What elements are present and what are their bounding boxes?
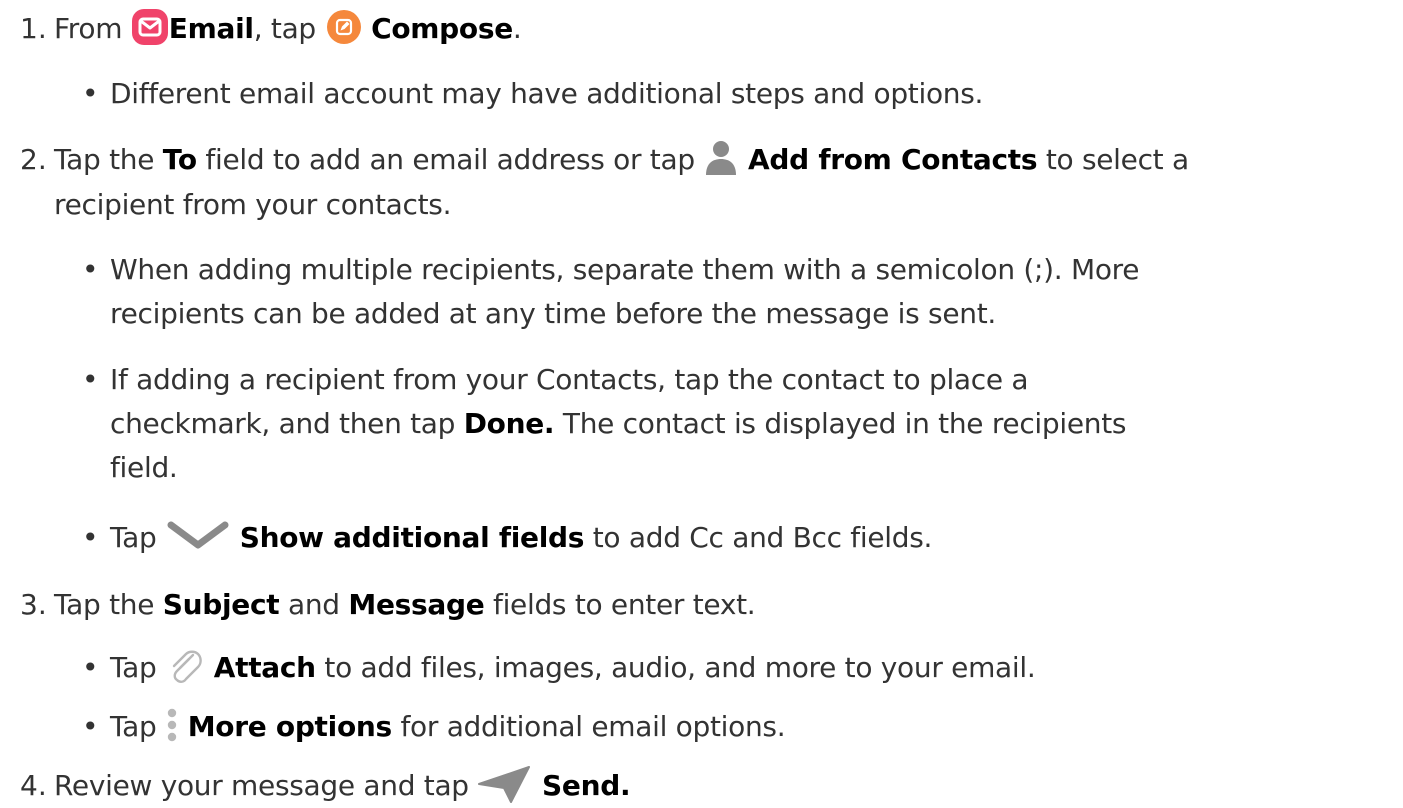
step-text: . — [512, 12, 522, 45]
step-text: and — [288, 588, 340, 621]
bullet-dot: • — [82, 710, 99, 743]
step-2-bullet-1: When adding multiple recipients, separat… — [110, 253, 1140, 286]
send-label: Send. — [542, 769, 631, 802]
instructions-page: 1. From Email, tap Compose. • Different … — [0, 0, 1403, 808]
compose-icon — [325, 8, 363, 46]
step-4-text: Review your message and tap Send. — [54, 764, 631, 807]
step-2-text: Tap the To field to add an email address… — [54, 140, 1189, 180]
bullet-dot: • — [82, 253, 99, 286]
more-options-icon — [165, 705, 179, 745]
step-3-bullet-2: Tap More options for additional email op… — [110, 705, 786, 748]
more-options-label: More options — [187, 710, 392, 743]
step-text: Tap — [110, 710, 157, 743]
bullet-dot: • — [82, 363, 99, 396]
step-2-bullet-3: Tap Show additional fields to add Cc and… — [110, 518, 932, 558]
step-2-bullet-1-cont: recipients can be added at any time befo… — [110, 297, 996, 330]
step-text: The contact is displayed in the recipien… — [562, 407, 1127, 440]
subject-label: Subject — [162, 588, 280, 621]
step-text: Tap — [110, 521, 157, 554]
step-text: to select a — [1045, 143, 1189, 176]
add-from-contacts-label: Add from Contacts — [748, 143, 1038, 176]
attach-label: Attach — [213, 651, 316, 684]
message-label: Message — [348, 588, 485, 621]
paperclip-icon — [165, 646, 205, 686]
email-app-icon — [131, 8, 169, 46]
step-number: 1. — [20, 12, 47, 45]
send-icon — [477, 764, 533, 804]
step-text: From — [54, 12, 123, 45]
step-2-bullet-2-cont: field. — [110, 451, 178, 484]
person-icon — [703, 139, 739, 177]
step-text: checkmark, and then tap — [110, 407, 456, 440]
step-text: Review your message and tap — [54, 769, 469, 802]
step-1-bullet-1: Different email account may have additio… — [110, 77, 984, 110]
step-2-bullet-2-cont: checkmark, and then tap Done. The contac… — [110, 404, 1127, 444]
bullet-dot: • — [82, 77, 99, 110]
step-number: 3. — [20, 588, 47, 621]
step-text: to add Cc and Bcc fields. — [592, 521, 933, 554]
step-2-bullet-2: If adding a recipient from your Contacts… — [110, 363, 1029, 396]
step-3-bullet-1: Tap Attach to add files, images, audio, … — [110, 646, 1036, 689]
done-label: Done. — [463, 407, 555, 440]
step-text: , tap — [253, 12, 317, 45]
step-text: Tap — [110, 651, 157, 684]
step-text: fields to enter text. — [493, 588, 756, 621]
compose-label: Compose — [371, 12, 513, 45]
step-text: to add files, images, audio, and more to… — [324, 651, 1036, 684]
step-text: Tap the — [54, 143, 155, 176]
step-text: field to add an email address or tap — [205, 143, 695, 176]
step-text: Tap the — [54, 588, 155, 621]
step-1-text: From Email, tap Compose. — [54, 9, 522, 49]
step-3-text: Tap the Subject and Message fields to en… — [54, 585, 756, 625]
step-2-text-cont: recipient from your contacts. — [54, 188, 452, 221]
step-number: 4. — [20, 769, 47, 802]
step-number: 2. — [20, 143, 47, 176]
email-app-label: Email — [168, 12, 254, 45]
bullet-dot: • — [82, 651, 99, 684]
to-field-label: To — [162, 143, 197, 176]
show-additional-fields-label: Show additional fields — [239, 521, 585, 554]
bullet-dot: • — [82, 521, 99, 554]
chevron-down-icon — [165, 521, 231, 551]
step-text: for additional email options. — [400, 710, 786, 743]
